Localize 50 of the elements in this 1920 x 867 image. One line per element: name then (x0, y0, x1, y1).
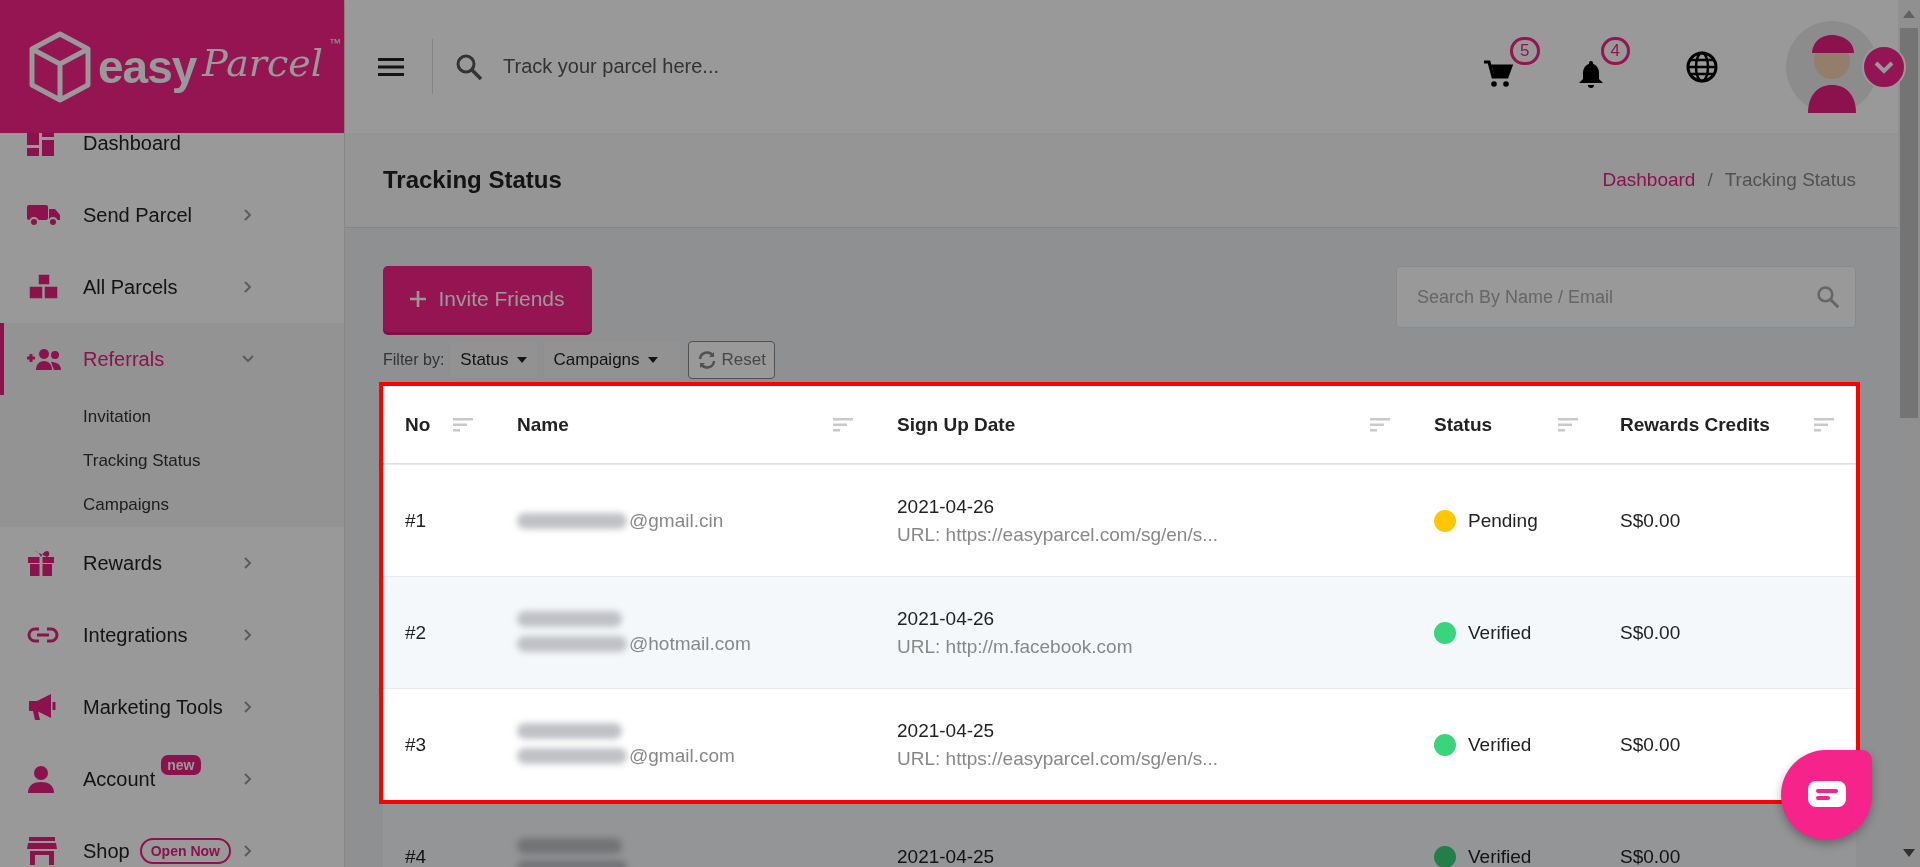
row-number: #4 (405, 845, 428, 867)
page-title: Tracking Status (383, 166, 562, 194)
row-number: #2 (405, 621, 428, 644)
column-header[interactable]: Name (517, 413, 569, 436)
status-label: Verified (1468, 845, 1532, 867)
submenu-item[interactable]: Campaigns (0, 483, 344, 527)
column-header[interactable]: Status (1434, 413, 1493, 436)
sidebar-item[interactable]: Rewards (0, 527, 344, 599)
sign-up-date: 2021-04-26 (897, 607, 996, 630)
logo-text: Parcel (202, 40, 323, 85)
badge: new (161, 755, 201, 775)
referral-url: URL: http://m.facebook.com (897, 635, 1134, 658)
status-label: Pending (1468, 509, 1538, 532)
reset-button[interactable]: Reset (687, 341, 775, 379)
submenu-item[interactable]: Invitation (0, 395, 344, 439)
row-number: #1 (405, 509, 428, 532)
column-header[interactable]: Rewards Credits (1620, 413, 1770, 436)
reward-credits: S$0.00 (1620, 845, 1682, 867)
email-domain: @gmail.cin (629, 509, 724, 532)
reward-credits: S$0.00 (1620, 621, 1682, 644)
count-badge: 5 (1510, 36, 1540, 65)
referral-url: URL: https://easyparcel.com/sg/en/s... (897, 747, 1220, 770)
referral-url: URL: https://easyparcel.com/sg/en/s... (897, 523, 1220, 546)
sidebar-item[interactable]: Account new (0, 743, 344, 815)
sign-up-date: 2021-04-25 (897, 719, 996, 742)
submenu-item[interactable]: Tracking Status (0, 439, 344, 483)
row-number: #3 (405, 733, 428, 756)
sidebar-item[interactable]: Marketing Tools (0, 671, 344, 743)
status-label: Verified (1468, 621, 1532, 644)
logo-text: easy (98, 39, 197, 94)
reward-credits: S$0.00 (1620, 733, 1682, 756)
sidebar-item[interactable]: Send Parcel (0, 179, 344, 251)
sign-up-date: 2021-04-26 (897, 495, 996, 518)
email-domain: @hotmail.com (629, 632, 751, 655)
email-domain: @gmail.com (629, 744, 735, 767)
sign-up-date: 2021-04-25 (897, 845, 996, 867)
trademark: ™ (328, 36, 341, 50)
search-field[interactable]: Track your parcel here... (501, 54, 1005, 79)
badge: Open Now (139, 838, 231, 864)
column-header[interactable]: No (405, 413, 431, 436)
count-badge: 4 (1600, 36, 1630, 65)
breadcrumb-current: Tracking Status (1724, 169, 1856, 191)
status-label: Verified (1468, 733, 1532, 756)
filter-label: Filter by: (383, 351, 445, 369)
reward-credits: S$0.00 (1620, 509, 1682, 532)
sidebar-item[interactable]: Shop Open Now (0, 815, 344, 867)
breadcrumb-separator: / (1707, 169, 1713, 191)
column-header[interactable]: Sign Up Date (897, 413, 1016, 436)
sidebar-item[interactable]: All Parcels (0, 251, 344, 323)
sidebar-item[interactable]: Integrations (0, 599, 344, 671)
